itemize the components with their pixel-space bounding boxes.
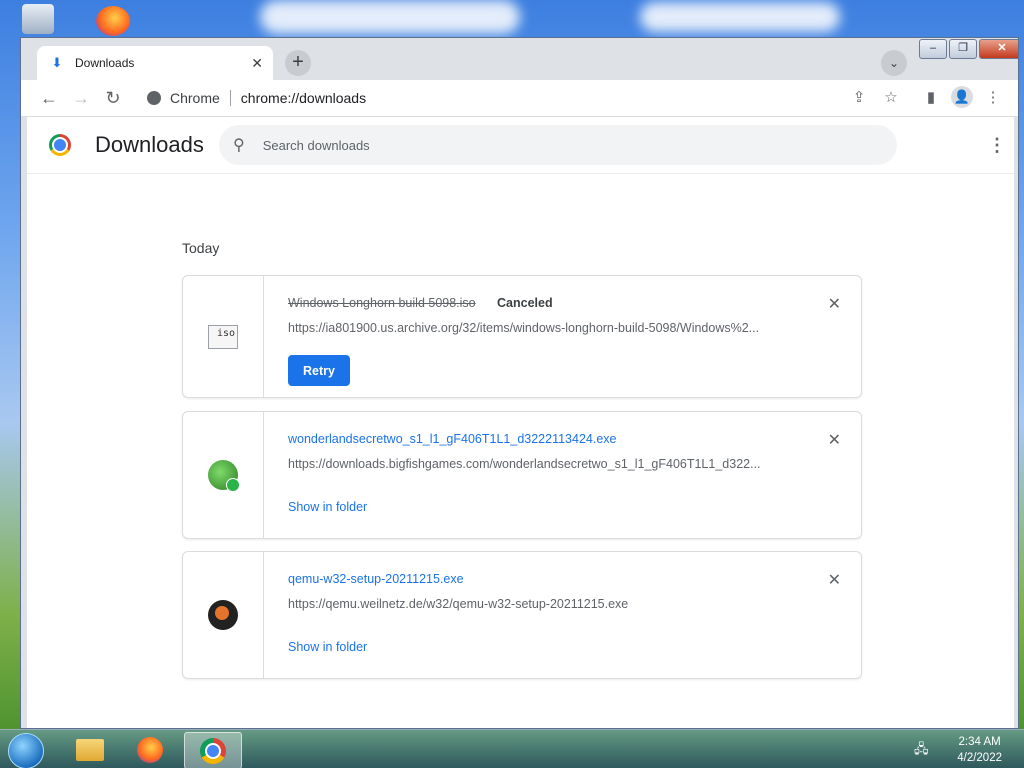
minimize-button[interactable]: – — [919, 39, 947, 59]
taskbar-firefox[interactable] — [122, 732, 178, 767]
search-input[interactable] — [260, 136, 825, 154]
folder-icon — [76, 738, 104, 761]
forward-button[interactable]: → — [69, 86, 93, 110]
source-url: https://ia801900.us.archive.org/32/items… — [288, 321, 760, 335]
show-in-folder-link[interactable]: Show in folder — [288, 500, 367, 514]
back-button[interactable]: ← — [37, 86, 61, 110]
date-section-label: Today — [182, 240, 220, 256]
iso-file-icon: iso — [208, 324, 238, 349]
chrome-logo-icon — [49, 134, 71, 156]
network-icon[interactable]: 🖧 — [914, 740, 930, 756]
file-icon-column — [183, 552, 264, 678]
site-chip: Chrome — [170, 90, 220, 106]
profile-avatar[interactable]: 👤 — [951, 86, 973, 108]
source-url: https://qemu.weilnetz.de/w32/qemu-w32-se… — [288, 597, 629, 611]
file-name-link[interactable]: wonderlandsecretwo_s1_l1_gF406T1L1_d3222… — [288, 432, 617, 446]
more-actions-icon[interactable]: ⋮ — [988, 135, 1006, 156]
toolbar-actions: ⇪ ☆ ▮ 👤 ⋮ — [839, 80, 1005, 110]
source-url: https://downloads.bigfishgames.com/wonde… — [288, 457, 761, 471]
search-box[interactable]: ⚲ — [219, 125, 897, 165]
window-controls: – ❐ ✕ — [917, 39, 1018, 59]
download-icon: ⬇ — [51, 55, 63, 70]
taskbar-chrome[interactable] — [184, 732, 242, 768]
new-tab-button[interactable]: + — [285, 50, 311, 76]
browser-menu-icon[interactable]: ⋮ — [981, 86, 1005, 110]
reload-button[interactable]: ↻ — [101, 86, 125, 110]
chrome-icon — [200, 737, 226, 764]
download-item: qemu-w32-setup-20211215.exe https://qemu… — [182, 551, 862, 679]
firefox-desktop-icon[interactable] — [96, 6, 130, 36]
file-icon-column: iso — [183, 276, 264, 397]
qemu-installer-icon — [208, 600, 238, 630]
url-text[interactable]: chrome://downloads — [241, 90, 366, 106]
browser-toolbar: ← → ↻ Chrome chrome://downloads ⇪ ☆ ▮ 👤 … — [21, 80, 1018, 117]
downloads-header: Downloads ⚲ ⋮ — [27, 117, 1014, 174]
desktop-cloud — [260, 0, 520, 34]
tab-search-button[interactable]: ⌄ — [881, 50, 907, 76]
maximize-button[interactable]: ❐ — [949, 39, 977, 59]
remove-item-icon[interactable]: ✕ — [828, 294, 841, 314]
downloads-page: Downloads ⚲ ⋮ Today iso Windows Longhorn… — [27, 117, 1014, 728]
share-icon[interactable]: ⇪ — [847, 86, 871, 110]
download-status: Canceled — [497, 296, 553, 310]
tab-title: Downloads — [75, 56, 135, 70]
chrome-window: ⬇ Downloads ✕ + ⌄ – ❐ ✕ ← → ↻ Chrome chr… — [20, 37, 1019, 729]
start-button[interactable] — [8, 733, 44, 768]
show-in-folder-link[interactable]: Show in folder — [288, 640, 367, 654]
tab-downloads[interactable]: ⬇ Downloads ✕ — [37, 46, 273, 80]
title-bar: ⬇ Downloads ✕ + ⌄ – ❐ ✕ — [21, 38, 1018, 80]
download-item: iso Windows Longhorn build 5098.iso Canc… — [182, 275, 862, 398]
retry-button[interactable]: Retry — [288, 355, 350, 386]
page-title: Downloads — [95, 132, 204, 157]
bigfish-installer-icon — [208, 460, 240, 492]
close-window-button[interactable]: ✕ — [979, 39, 1018, 59]
tab-close-icon[interactable]: ✕ — [251, 55, 263, 72]
remove-item-icon[interactable]: ✕ — [828, 570, 841, 590]
clock-date: 4/2/2022 — [957, 752, 1002, 764]
system-clock[interactable]: 2:34 AM 4/2/2022 — [957, 734, 1002, 766]
file-icon-column — [183, 412, 264, 538]
file-name-link[interactable]: qemu-w32-setup-20211215.exe — [288, 572, 464, 586]
taskbar-explorer[interactable] — [62, 732, 118, 767]
desktop-cloud — [640, 2, 840, 32]
remove-item-icon[interactable]: ✕ — [828, 430, 841, 450]
bookmark-star-icon[interactable]: ☆ — [879, 86, 903, 110]
download-item: wonderlandsecretwo_s1_l1_gF406T1L1_d3222… — [182, 411, 862, 539]
taskbar: 🖧 2:34 AM 4/2/2022 — [0, 729, 1024, 768]
search-icon: ⚲ — [233, 137, 245, 154]
chrome-site-icon — [147, 91, 161, 105]
firefox-icon — [137, 736, 163, 763]
clock-time: 2:34 AM — [958, 736, 1001, 748]
omnibox-separator — [229, 90, 231, 106]
recycle-bin-icon[interactable] — [22, 4, 54, 34]
side-panel-icon[interactable]: ▮ — [919, 86, 943, 110]
address-bar[interactable]: Chrome chrome://downloads — [137, 84, 933, 112]
file-name: Windows Longhorn build 5098.iso — [288, 296, 476, 310]
